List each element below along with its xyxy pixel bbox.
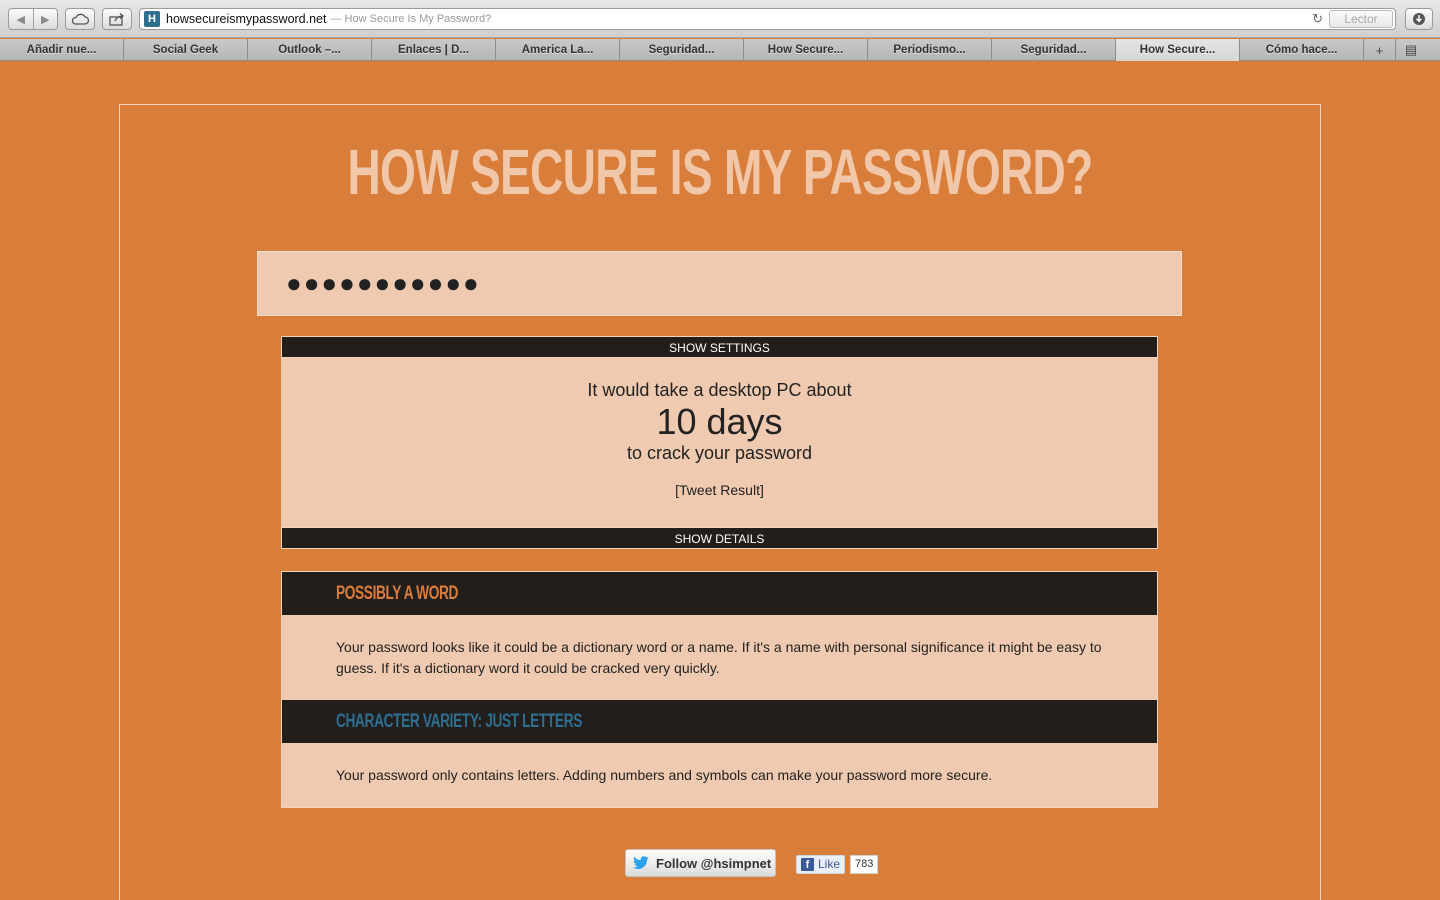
- share-icon: [109, 12, 125, 26]
- browser-tab[interactable]: How Secure...: [744, 39, 868, 61]
- tab-overview-icon[interactable]: ▤: [1396, 39, 1426, 60]
- cloud-icon: [71, 13, 89, 25]
- browser-tab[interactable]: Seguridad...: [992, 39, 1116, 61]
- result-line-3: to crack your password: [626, 443, 813, 463]
- result-line-1: It would take a desktop PC about: [587, 380, 852, 400]
- downloads-button[interactable]: [1405, 8, 1433, 30]
- forward-arrow-icon[interactable]: ▶: [34, 13, 58, 26]
- icloud-tabs-button[interactable]: [65, 8, 95, 30]
- crack-time: 10 days: [656, 401, 783, 442]
- tab-bar: Añadir nue... Social Geek Outlook –... Enla…: [0, 39, 1440, 61]
- reload-icon[interactable]: ↻: [1312, 11, 1323, 27]
- back-forward-buttons[interactable]: ◀ ▶: [8, 8, 58, 30]
- browser-tab[interactable]: America La...: [496, 39, 620, 61]
- facebook-like-widget: f Like 783: [796, 854, 879, 874]
- facebook-like-button[interactable]: f Like: [796, 854, 846, 874]
- follow-label: Follow @hsimpnet: [656, 855, 772, 871]
- twitter-bird-icon: [632, 856, 649, 870]
- url-text: howsecureismypassword.net: [166, 12, 327, 26]
- show-settings-button[interactable]: SHOW SETTINGS: [281, 336, 1158, 358]
- share-button[interactable]: [102, 8, 132, 30]
- like-label: Like: [818, 857, 841, 871]
- detail-heading-text: CHARACTER VARIETY: JUST LETTERS: [336, 710, 582, 732]
- browser-tab[interactable]: Social Geek: [124, 39, 248, 61]
- browser-tab[interactable]: Seguridad...: [620, 39, 744, 61]
- detail-heading-word: POSSIBLY A WORD: [282, 572, 1157, 615]
- password-input[interactable]: ●●●●●●●●●●●: [257, 251, 1182, 316]
- detail-heading-text: POSSIBLY A WORD: [336, 582, 459, 604]
- like-count: 783: [850, 854, 879, 874]
- reader-button[interactable]: Lector: [1329, 10, 1393, 28]
- result-box: It would take a desktop PC about 10 days…: [281, 358, 1158, 527]
- browser-toolbar: ◀ ▶ H howsecureismypassword.net — How Se…: [0, 0, 1440, 38]
- detail-heading-variety: CHARACTER VARIETY: JUST LETTERS: [282, 700, 1157, 743]
- download-icon: [1413, 13, 1425, 25]
- url-page-title: — How Secure Is My Password?: [330, 13, 492, 25]
- detail-text-variety: Your password only contains letters. Add…: [282, 743, 1157, 807]
- tweet-result-link[interactable]: [Tweet Result]: [281, 482, 1158, 498]
- back-arrow-icon[interactable]: ◀: [9, 13, 33, 26]
- browser-tab[interactable]: Outlook –...: [248, 39, 372, 61]
- browser-tab[interactable]: Añadir nue...: [0, 39, 124, 61]
- browser-tab[interactable]: Enlaces | D...: [372, 39, 496, 61]
- browser-tab[interactable]: Cómo hace...: [1240, 39, 1364, 61]
- result-panel: SHOW SETTINGS It would take a desktop PC…: [281, 336, 1158, 549]
- site-favicon-icon: H: [144, 11, 160, 27]
- show-details-button[interactable]: SHOW DETAILS: [281, 527, 1158, 549]
- page-title: HOW SECURE IS MY PASSWORD?: [347, 136, 1093, 208]
- browser-tab[interactable]: Periodismo...: [868, 39, 992, 61]
- new-tab-plus-icon[interactable]: +: [1364, 39, 1396, 61]
- facebook-icon: f: [801, 857, 814, 871]
- detail-text-word: Your password looks like it could be a d…: [282, 615, 1157, 700]
- details-panel: POSSIBLY A WORD Your password looks like…: [281, 571, 1158, 808]
- twitter-follow-button[interactable]: Follow @hsimpnet: [625, 849, 776, 877]
- browser-tab[interactable]: How Secure...: [1116, 39, 1240, 61]
- address-bar[interactable]: H howsecureismypassword.net — How Secure…: [139, 8, 1396, 30]
